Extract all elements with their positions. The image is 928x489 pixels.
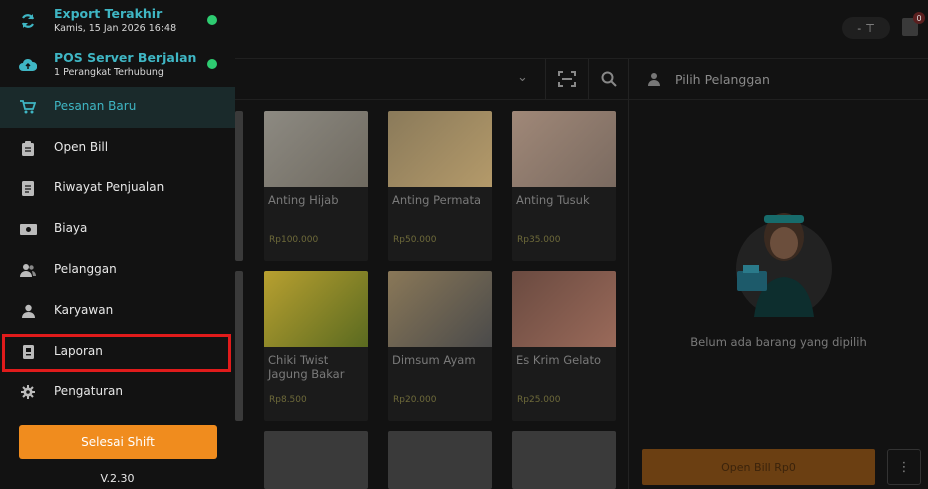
product-image [264, 271, 368, 347]
product-image [388, 111, 492, 187]
printer-toggle[interactable]: - ⊤ [842, 17, 890, 39]
product-price: Rp25.000 [517, 395, 561, 405]
product-price: Rp50.000 [393, 235, 437, 245]
menu-item-label: Riwayat Penjualan [54, 180, 165, 194]
product-name: Es Krim Gelato [516, 353, 602, 367]
product-image [388, 271, 492, 347]
menu-item-pesanan-baru[interactable]: Pesanan Baru [0, 87, 235, 127]
more-vertical-icon: ⋮ [897, 459, 911, 475]
menu-item-pelanggan[interactable]: Pelanggan [0, 250, 235, 290]
cart-badge: 0 [913, 12, 925, 24]
product-image [512, 271, 616, 347]
person-icon [17, 301, 39, 321]
status-dot [207, 59, 217, 69]
export-status-time: Kamis, 15 Jan 2026 16:48 [54, 23, 177, 34]
users-icon [17, 260, 39, 280]
product-name: Dimsum Ayam [392, 353, 476, 367]
menu-item-label: Open Bill [54, 140, 109, 154]
filter-bar: ⌄ [235, 59, 628, 100]
cloud-upload-icon [17, 54, 39, 76]
order-panel: Pilih Pelanggan Belum ada barang yang di… [628, 59, 928, 489]
product-card-partial[interactable] [235, 111, 243, 261]
product-card[interactable]: Anting Permata Rp50.000 [388, 111, 492, 261]
product-card[interactable]: Anting Hijab Rp100.000 [264, 111, 368, 261]
pos-app: - ⊤ 0 ⌄ Anting Hijab Rp100.000 Anting Perm… [0, 0, 928, 489]
menu-item-open-bill[interactable]: Open Bill [0, 128, 235, 168]
product-image [512, 111, 616, 187]
product-card-partial[interactable] [388, 431, 492, 489]
product-price: Rp100.000 [269, 235, 319, 245]
product-name: Chiki Twist Jagung Bakar [268, 353, 345, 381]
cashier-illustration [736, 213, 832, 317]
menu-item-label: Pelanggan [54, 262, 117, 276]
server-status-subtitle: 1 Perangkat Terhubung [54, 67, 164, 78]
open-bill-button[interactable]: Open Bill Rp0 [642, 449, 875, 485]
product-price: Rp35.000 [517, 235, 561, 245]
gear-icon [17, 382, 39, 402]
status-dot [207, 15, 217, 25]
chevron-down-icon[interactable]: ⌄ [517, 70, 528, 85]
customer-label: Pilih Pelanggan [675, 71, 770, 87]
printer-toggle-text: - [857, 21, 862, 35]
product-image [264, 111, 368, 187]
empty-cart-message: Belum ada barang yang dipilih [690, 335, 867, 349]
product-card-partial[interactable] [235, 271, 243, 421]
highlight-box-laporan [2, 334, 231, 372]
document-icon [17, 178, 39, 198]
product-card[interactable]: Chiki Twist Jagung Bakar Rp8.500 [264, 271, 368, 421]
search-icon [601, 71, 617, 87]
customer-selector[interactable]: Pilih Pelanggan [629, 59, 928, 100]
menu-item-label: Karyawan [54, 303, 114, 317]
menu-item-riwayat-penjualan[interactable]: Riwayat Penjualan [0, 168, 235, 208]
product-card-partial[interactable] [264, 431, 368, 489]
scan-button[interactable] [545, 59, 589, 99]
menu-item-karyawan[interactable]: Karyawan [0, 291, 235, 331]
server-status-title: POS Server Berjalan [54, 50, 197, 65]
product-card-partial[interactable] [512, 431, 616, 489]
money-icon [17, 219, 39, 239]
barcode-scan-icon [558, 71, 576, 87]
product-card[interactable]: Anting Tusuk Rp35.000 [512, 111, 616, 261]
menu-item-label: Biaya [54, 221, 88, 235]
search-button[interactable] [590, 59, 628, 99]
app-version: V.2.30 [100, 472, 135, 485]
product-name: Anting Tusuk [516, 193, 590, 207]
product-price: Rp20.000 [393, 395, 437, 405]
sync-icon [17, 10, 39, 32]
server-status: POS Server Berjalan 1 Perangkat Terhubun… [0, 44, 235, 86]
menu-item-biaya[interactable]: Biaya [0, 209, 235, 249]
export-status: Export Terakhir Kamis, 15 Jan 2026 16:48 [0, 0, 235, 42]
printer-icon: ⊤ [865, 21, 875, 35]
menu-item-label: Pengaturan [54, 384, 123, 398]
clipboard-icon [17, 138, 39, 158]
product-price: Rp8.500 [269, 395, 307, 405]
product-name: Anting Hijab [268, 193, 339, 207]
menu-item-pengaturan[interactable]: Pengaturan [0, 372, 235, 412]
end-shift-button[interactable]: Selesai Shift [19, 425, 217, 459]
cart-icon [17, 97, 39, 117]
product-name: Anting Permata [392, 193, 482, 207]
product-card[interactable]: Dimsum Ayam Rp20.000 [388, 271, 492, 421]
navigation-drawer: Export Terakhir Kamis, 15 Jan 2026 16:48… [0, 0, 235, 489]
more-options-button[interactable]: ⋮ [887, 449, 921, 485]
product-card[interactable]: Es Krim Gelato Rp25.000 [512, 271, 616, 421]
customer-icon [648, 73, 660, 86]
top-bar: - ⊤ 0 [235, 0, 928, 59]
export-status-title: Export Terakhir [54, 6, 163, 21]
menu-item-label: Pesanan Baru [54, 99, 137, 113]
